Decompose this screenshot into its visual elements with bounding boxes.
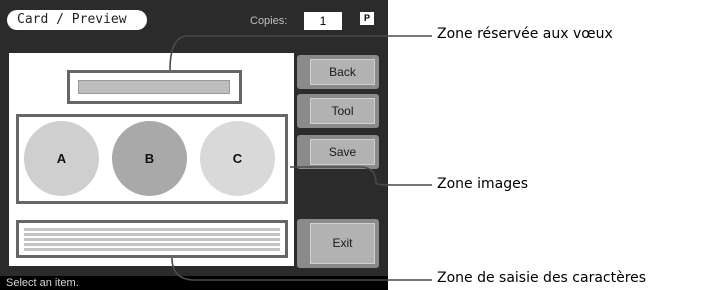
text-zone-leader-line: [171, 257, 432, 281]
callout-text-zone: Zone de saisie des caractères: [437, 270, 647, 286]
callout-leader-lines: [169, 35, 432, 281]
images-leader-line: [290, 166, 432, 186]
callout-images-zone: Zone images: [437, 176, 528, 192]
greeting-leader-line: [169, 35, 432, 71]
callout-greeting-zone: Zone réservée aux vœux: [437, 26, 613, 42]
